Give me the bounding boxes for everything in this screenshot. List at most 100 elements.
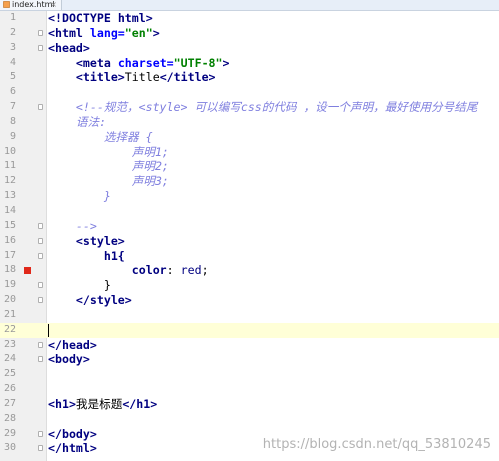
- line-number: 27: [3, 397, 16, 409]
- fold-icon[interactable]: [38, 445, 43, 452]
- line-text: }: [48, 278, 111, 293]
- line-text: <body>: [48, 352, 90, 367]
- fold-icon[interactable]: [38, 430, 43, 437]
- code-line: 6: [0, 85, 499, 100]
- code-line: 26: [0, 382, 499, 397]
- code-line: 1 <!DOCTYPE html>: [0, 11, 499, 26]
- line-number: 1: [9, 12, 16, 23]
- watermark: https://blog.csdn.net/qq_53810245: [262, 437, 491, 452]
- code-line: 24 <body>: [0, 352, 499, 367]
- line-number: 28: [3, 412, 16, 424]
- tab-label: index.html: [12, 0, 55, 9]
- fold-icon[interactable]: [38, 222, 43, 229]
- code-line: 14: [0, 204, 499, 219]
- code-line: 4 <meta charset="UTF-8">: [0, 56, 499, 71]
- code-line: 18 color: red;: [0, 263, 499, 278]
- code-line: 28: [0, 412, 499, 427]
- code-line: 15 -->: [0, 219, 499, 234]
- line-text: <head>: [48, 40, 90, 55]
- line-text: <title>Title</title>: [48, 70, 216, 85]
- code-line: 12 声明3;: [0, 174, 499, 189]
- line-number: 17: [3, 249, 16, 261]
- code-line: 27 <h1>我是标题</h1>: [0, 397, 499, 412]
- code-editor[interactable]: 1 <!DOCTYPE html> 2 <html lang="en"> 3 <…: [0, 11, 499, 456]
- line-number: 21: [3, 308, 16, 320]
- line-number: 4: [9, 56, 16, 68]
- code-line: 3 <head>: [0, 41, 499, 56]
- comment-text: -->: [48, 218, 97, 233]
- line-number: 7: [9, 101, 16, 113]
- fold-icon[interactable]: [38, 282, 43, 289]
- code-line: 11 声明2;: [0, 159, 499, 174]
- line-text: </style>: [48, 293, 132, 308]
- line-number: 18: [3, 264, 16, 276]
- code-line: 10 声明1;: [0, 145, 499, 160]
- fold-icon[interactable]: [38, 341, 43, 348]
- line-number: 12: [3, 175, 16, 187]
- line-number: 20: [3, 294, 16, 306]
- code-line: 23 </head>: [0, 338, 499, 353]
- html-file-icon: [3, 1, 10, 8]
- comment-text: }: [48, 189, 111, 204]
- line-text: color: red;: [48, 263, 209, 278]
- line-number: 5: [9, 71, 16, 83]
- line-number: 9: [9, 130, 16, 142]
- editor-tab-bar: index.html ×: [0, 0, 499, 11]
- tab-index-html[interactable]: index.html ×: [0, 0, 62, 10]
- line-number: 13: [3, 190, 16, 202]
- line-text: </html>: [48, 441, 97, 456]
- line-number: 2: [9, 26, 16, 38]
- line-text: <meta charset="UTF-8">: [48, 55, 230, 70]
- line-text: <html lang="en">: [48, 25, 160, 40]
- text-cursor: [48, 323, 49, 337]
- code-line: 9 选择器 {: [0, 130, 499, 145]
- line-text: </body>: [48, 426, 97, 441]
- line-number: 23: [3, 338, 16, 350]
- fold-icon[interactable]: [38, 104, 43, 111]
- breakpoint-marker[interactable]: [24, 267, 31, 275]
- line-number: 26: [3, 383, 16, 395]
- line-number: 6: [9, 86, 16, 98]
- code-line: 21: [0, 308, 499, 323]
- line-number: 11: [3, 160, 16, 172]
- code-line: 25: [0, 367, 499, 382]
- fold-icon[interactable]: [38, 29, 43, 36]
- line-number: 25: [3, 368, 16, 380]
- line-text: h1{: [48, 248, 125, 263]
- code-line: 2 <html lang="en">: [0, 26, 499, 41]
- line-number: 16: [3, 234, 16, 246]
- current-line[interactable]: 22: [0, 322, 499, 338]
- code-line: 19 }: [0, 278, 499, 293]
- line-number: 19: [3, 279, 16, 291]
- comment-text: 语法:: [48, 114, 107, 129]
- code-line: 20 </style>: [0, 293, 499, 308]
- code-line: 5 <title>Title</title>: [0, 70, 499, 85]
- code-line: 17 h1{: [0, 249, 499, 264]
- fold-icon[interactable]: [38, 237, 43, 244]
- line-number: 29: [3, 427, 16, 439]
- line-number: 10: [3, 145, 16, 157]
- comment-text: 声明1;: [48, 144, 169, 159]
- line-text: <!DOCTYPE html>: [48, 11, 153, 25]
- line-text: <style>: [48, 233, 125, 248]
- fold-icon[interactable]: [38, 252, 43, 259]
- code-line: 13 }: [0, 189, 499, 204]
- line-number: 8: [9, 115, 16, 127]
- comment-text: 声明2;: [48, 159, 169, 174]
- fold-icon[interactable]: [38, 297, 43, 304]
- code-line: 7 <!--规范，<style> 可以编写css的代码 ，设一个声明，最好使用分…: [0, 100, 499, 115]
- line-number: 14: [3, 204, 16, 216]
- fold-icon[interactable]: [38, 44, 43, 51]
- line-number: 24: [3, 353, 16, 365]
- code-line: 16 <style>: [0, 234, 499, 249]
- line-number: 22: [3, 323, 16, 335]
- close-icon[interactable]: ×: [50, 0, 57, 10]
- line-number: 3: [9, 41, 16, 53]
- line-text: <h1>我是标题</h1>: [48, 396, 158, 411]
- comment-text: 声明3;: [48, 174, 169, 189]
- line-number: 30: [3, 442, 16, 454]
- comment-text: <!--规范，<style> 可以编写css的代码 ，设一个声明，最好使用分号结…: [48, 100, 478, 115]
- comment-text: 选择器 {: [48, 129, 153, 144]
- line-number: 15: [3, 219, 16, 231]
- fold-icon[interactable]: [38, 356, 43, 363]
